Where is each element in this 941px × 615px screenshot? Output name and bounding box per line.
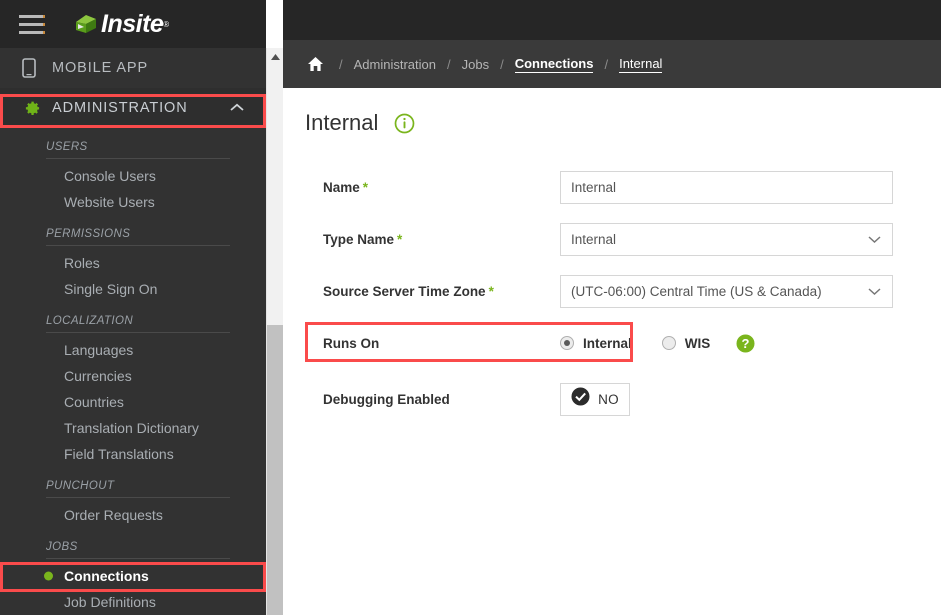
sidebar-item-mobile-app[interactable]: MOBILE APP	[0, 48, 266, 88]
time-zone-select[interactable]: (UTC-06:00) Central Time (US & Canada)	[560, 274, 893, 308]
sidebar-item-administration-label: ADMINISTRATION	[52, 100, 188, 116]
page-title: Internal	[305, 110, 379, 135]
runs-on-label: Runs On	[323, 335, 380, 351]
sidebar-item-translation-dictionary[interactable]: Translation Dictionary	[0, 415, 266, 441]
runs-on-option-wis-label: WIS	[684, 335, 711, 351]
sidebar-item-connections[interactable]: Connections	[0, 563, 266, 589]
app-root: Insite ® MOBILE APP ADMINISTRATION USERS…	[0, 0, 941, 615]
type-name-value: Internal	[571, 231, 617, 247]
form-row-type-name: Type Name * Internal	[323, 222, 941, 256]
sidebar-group-title-jobs: JOBS	[46, 541, 78, 553]
chevron-up-icon[interactable]	[230, 99, 244, 117]
insite-logo[interactable]: Insite ®	[74, 10, 169, 39]
home-icon[interactable]	[307, 56, 324, 72]
type-name-select[interactable]: Internal	[560, 222, 893, 256]
form-row-name: Name *	[323, 170, 941, 204]
time-zone-value: (UTC-06:00) Central Time (US & Canada)	[571, 283, 822, 299]
divider	[46, 245, 230, 246]
sidebar-scrollbar[interactable]	[266, 48, 284, 615]
insite-logo-text: Insite	[101, 9, 164, 38]
sidebar-item-mobile-app-label: MOBILE APP	[52, 60, 149, 76]
sidebar-item-connections-label: Connections	[64, 568, 149, 584]
name-input[interactable]	[560, 170, 893, 204]
name-label: Name *	[323, 179, 369, 195]
sidebar-group-title-punchout: PUNCHOUT	[46, 480, 115, 492]
sidebar-header: Insite ®	[0, 0, 266, 48]
breadcrumb-item-administration[interactable]: Administration	[354, 57, 436, 72]
type-name-label: Type Name *	[323, 231, 403, 247]
sidebar-item-console-users[interactable]: Console Users	[0, 163, 266, 189]
sidebar-item-single-sign-on[interactable]: Single Sign On	[0, 276, 266, 302]
breadcrumb-separator: /	[604, 56, 609, 72]
insite-logo-mark-icon	[74, 12, 98, 36]
active-dot-icon	[44, 571, 53, 581]
form-row-time-zone: Source Server Time Zone * (UTC-06:00) Cen…	[323, 274, 941, 308]
check-circle-icon	[571, 387, 590, 411]
top-bar	[283, 0, 941, 40]
main-content: / Administration / Jobs / Connections / …	[283, 0, 941, 615]
chevron-down-icon	[868, 284, 881, 299]
sidebar-item-job-definitions[interactable]: Job Definitions	[0, 589, 266, 615]
breadcrumb: / Administration / Jobs / Connections / …	[283, 40, 941, 88]
radio-selected-icon[interactable]	[560, 336, 574, 350]
divider	[46, 558, 230, 559]
mobile-phone-icon	[22, 58, 52, 78]
sidebar-groups: USERS Console Users Website Users PERMIS…	[0, 141, 266, 615]
scrollbar-thumb[interactable]	[267, 325, 284, 615]
breadcrumb-item-jobs[interactable]: Jobs	[462, 57, 489, 72]
sidebar-group-title-permissions: PERMISSIONS	[46, 228, 131, 240]
breadcrumb-separator: /	[500, 56, 504, 72]
sidebar-group-title-users: USERS	[46, 141, 88, 153]
breadcrumb-item-connections[interactable]: Connections	[514, 56, 594, 73]
sidebar-item-administration[interactable]: ADMINISTRATION	[0, 88, 266, 128]
sidebar-item-field-translations[interactable]: Field Translations	[0, 441, 266, 467]
time-zone-label: Source Server Time Zone *	[323, 283, 494, 299]
sidebar-item-currencies[interactable]: Currencies	[0, 363, 266, 389]
debugging-enabled-toggle[interactable]: NO	[560, 382, 630, 416]
divider	[46, 332, 230, 333]
connection-form: Name* Type Name* Internal So	[283, 136, 941, 416]
breadcrumb-separator: /	[447, 56, 451, 72]
breadcrumb-separator: /	[339, 56, 343, 72]
radio-unselected-icon[interactable]	[661, 336, 676, 350]
chevron-down-icon	[868, 232, 881, 247]
svg-text:?: ?	[742, 336, 750, 351]
form-row-runs-on: Runs On Internal WIS ?	[323, 326, 941, 360]
scroll-up-arrow-icon[interactable]	[267, 50, 284, 64]
sidebar: Insite ® MOBILE APP ADMINISTRATION USERS…	[0, 0, 266, 615]
debugging-enabled-label: Debugging Enabled	[323, 391, 450, 407]
divider	[46, 158, 230, 159]
runs-on-radio-group: Internal WIS ?	[560, 334, 755, 353]
page-header: Internal	[283, 88, 941, 136]
insite-trademark: ®	[163, 19, 170, 29]
form-row-debugging-enabled: Debugging Enabled NO	[323, 382, 941, 416]
breadcrumb-item-internal[interactable]: Internal	[619, 56, 663, 73]
sidebar-group-title-localization: LOCALIZATION	[46, 315, 134, 327]
gear-icon	[22, 99, 52, 118]
info-circle-icon[interactable]	[394, 113, 415, 134]
runs-on-option-internal[interactable]: Internal	[560, 336, 632, 351]
divider	[46, 497, 230, 498]
help-circle-icon[interactable]: ?	[736, 334, 755, 353]
sidebar-item-roles[interactable]: Roles	[0, 250, 266, 276]
runs-on-option-wis[interactable]: WIS	[661, 335, 711, 351]
sidebar-item-countries[interactable]: Countries	[0, 389, 266, 415]
sidebar-item-website-users[interactable]: Website Users	[0, 189, 266, 215]
runs-on-option-internal-label: Internal	[583, 335, 632, 351]
required-marker: *	[397, 231, 403, 247]
debugging-enabled-value: NO	[598, 391, 619, 407]
required-marker: *	[488, 283, 494, 299]
sidebar-item-languages[interactable]: Languages	[0, 337, 266, 363]
sidebar-item-order-requests[interactable]: Order Requests	[0, 502, 266, 528]
required-marker: *	[362, 179, 369, 195]
hamburger-icon[interactable]	[8, 0, 56, 48]
